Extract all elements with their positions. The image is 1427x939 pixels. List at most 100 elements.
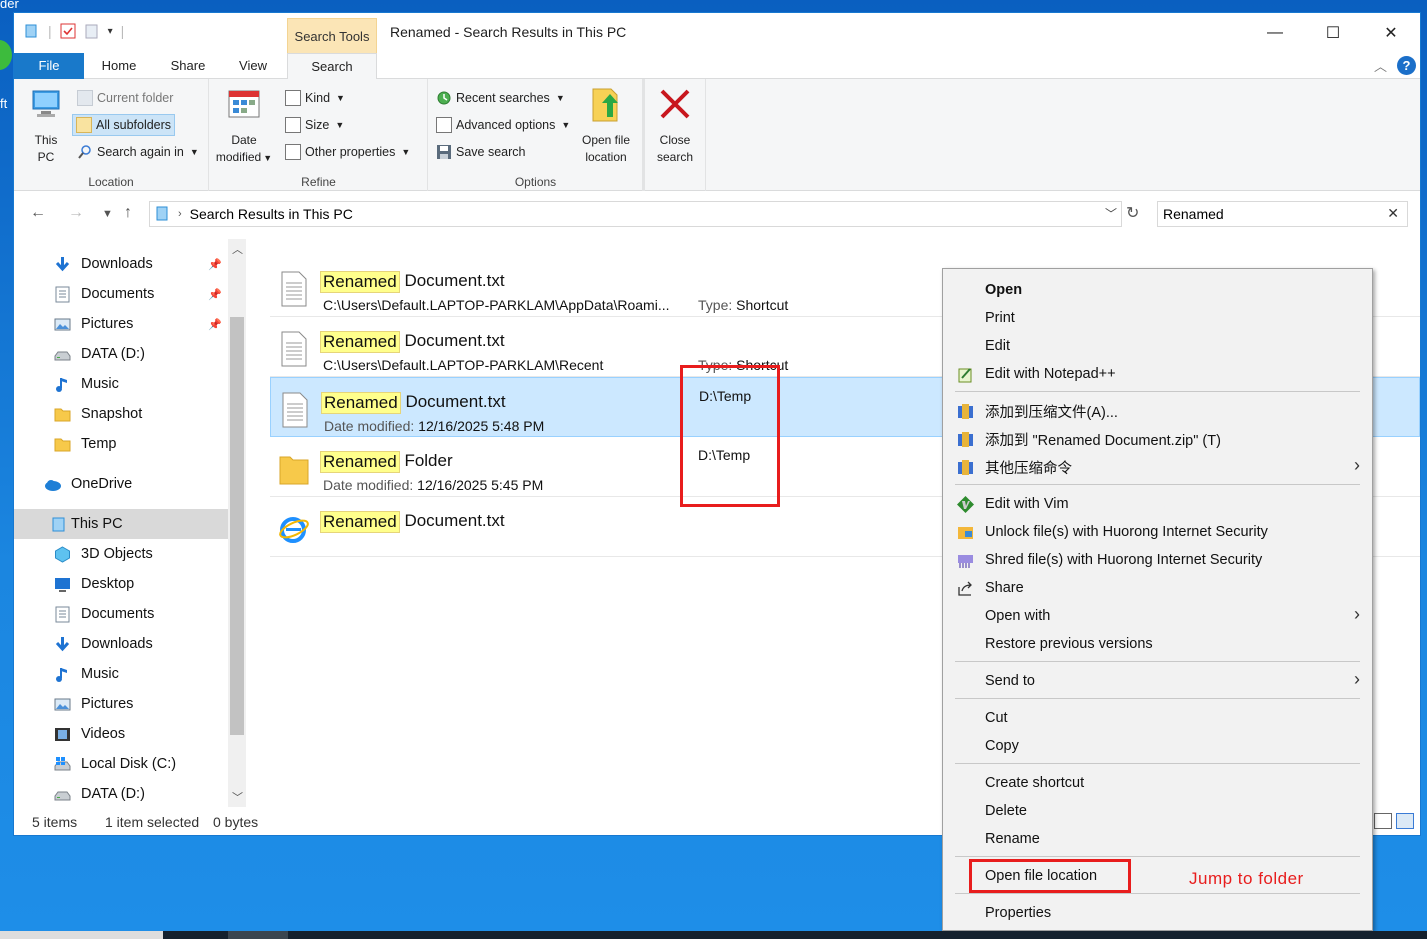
menu-item-edit-vim[interactable]: Edit with Vim xyxy=(943,490,1372,518)
refine-group: Date modified ▼ Kind ▼ Size ▼ Other propert… xyxy=(210,79,428,191)
close-button[interactable]: ✕ xyxy=(1362,13,1420,53)
sidebar-item-pc[interactable]: DATA (D:) xyxy=(14,779,228,809)
menu-item-delete[interactable]: Delete xyxy=(943,797,1372,825)
recent-locations-chevron-icon[interactable]: ▼ xyxy=(102,208,113,220)
desktop-label: ft xyxy=(0,96,8,111)
taskbar-app-button[interactable] xyxy=(228,931,288,939)
up-arrow-icon[interactable]: ↑ xyxy=(124,204,132,222)
search-tools-contextual-tab: Search Tools xyxy=(287,18,377,54)
breadcrumb[interactable]: Search Results in This PC xyxy=(190,206,353,222)
details-view-icon[interactable] xyxy=(1374,813,1392,829)
3d-objects-icon xyxy=(55,545,70,563)
pin-icon[interactable]: 📌 xyxy=(208,288,222,301)
close-search-button[interactable]: Close search xyxy=(650,85,700,166)
search-highlight: Renamed xyxy=(320,451,400,473)
sidebar-item-quick[interactable]: Documents 📌 xyxy=(14,279,228,309)
scrollbar-thumb[interactable] xyxy=(230,317,244,735)
menu-item-other-compress[interactable]: 其他压缩命令 › xyxy=(943,453,1372,481)
menu-item-add-zip[interactable]: 添加到 "Renamed Document.zip" (T) xyxy=(943,425,1372,453)
recent-searches-button[interactable]: Recent searches ▼ xyxy=(433,87,568,109)
sidebar-item-quick[interactable]: Music xyxy=(14,369,228,399)
save-search-button[interactable]: Save search xyxy=(433,141,528,163)
menu-item-open[interactable]: Open xyxy=(943,276,1372,304)
menu-item-edit-notepadpp[interactable]: Edit with Notepad++ xyxy=(943,360,1372,388)
collapse-ribbon-icon[interactable]: ︿ xyxy=(1374,56,1387,75)
taskbar-search[interactable] xyxy=(0,931,163,939)
this-pc-icon xyxy=(156,206,168,221)
maximize-button[interactable]: ☐ xyxy=(1304,13,1362,53)
current-folder-button[interactable]: Current folder xyxy=(74,87,176,109)
menu-item-properties[interactable]: Properties xyxy=(943,899,1372,927)
large-icons-view-icon[interactable] xyxy=(1396,813,1414,829)
sidebar-item-pc[interactable]: Documents xyxy=(14,599,228,629)
file-name: Renamed Document.txt xyxy=(321,392,506,414)
size-label: Size xyxy=(305,118,330,132)
menu-item-cut[interactable]: Cut xyxy=(943,704,1372,732)
this-pc-button[interactable]: This PC xyxy=(26,85,66,166)
desktop-app-icon[interactable] xyxy=(0,40,12,70)
sidebar-item-pc[interactable]: Music xyxy=(14,659,228,689)
date-modified-button[interactable]: Date modified ▼ xyxy=(214,85,274,167)
clear-search-icon[interactable]: ✕ xyxy=(1387,205,1399,222)
sidebar-item-pc[interactable]: Pictures xyxy=(14,689,228,719)
help-icon[interactable]: ? xyxy=(1397,56,1416,75)
menu-item-send-to[interactable]: Send to › xyxy=(943,667,1372,695)
this-pc-label: PC xyxy=(37,150,55,164)
sidebar-item-pc[interactable]: Local Disk (C:) xyxy=(14,749,228,779)
tab-file[interactable]: File xyxy=(14,53,84,79)
scroll-up-icon[interactable]: ︿ xyxy=(232,241,243,257)
sidebar-item-quick[interactable]: DATA (D:) xyxy=(14,339,228,369)
back-arrow-icon[interactable]: ← xyxy=(30,204,46,222)
menu-item-copy[interactable]: Copy xyxy=(943,732,1372,760)
open-file-location-button[interactable]: Open file location xyxy=(576,85,636,166)
pin-icon[interactable]: 📌 xyxy=(208,258,222,271)
sidebar-item-quick[interactable]: Temp xyxy=(14,429,228,459)
menu-item-share[interactable]: Share xyxy=(943,574,1372,602)
menu-item-print[interactable]: Print xyxy=(943,304,1372,332)
sidebar-item-quick[interactable]: Downloads 📌 xyxy=(14,249,228,279)
onedrive-icon xyxy=(45,479,61,491)
sidebar-item-quick[interactable]: Snapshot xyxy=(14,399,228,429)
all-subfolders-button[interactable]: All subfolders xyxy=(72,114,176,136)
submenu-arrow-icon: › xyxy=(1354,669,1360,689)
pin-icon[interactable]: 📌 xyxy=(208,318,222,331)
tab-home[interactable]: Home xyxy=(88,53,150,79)
customize-qat-icon[interactable]: ▾ xyxy=(108,26,113,37)
tab-search[interactable]: Search xyxy=(287,53,377,80)
nav-scrollbar[interactable]: ︿ ﹀ xyxy=(228,239,246,807)
address-dropdown-icon[interactable]: ﹀ xyxy=(1105,205,1117,222)
sidebar-item-pc[interactable]: 3D Objects xyxy=(14,539,228,569)
search-input[interactable]: Renamed ✕ xyxy=(1157,201,1408,227)
refresh-icon[interactable]: ↻ xyxy=(1126,203,1139,223)
notepadpp-icon xyxy=(958,368,972,383)
kind-button[interactable]: Kind ▼ xyxy=(282,87,348,109)
sidebar-item-quick[interactable]: Pictures 📌 xyxy=(14,309,228,339)
sidebar-item-pc[interactable]: Downloads xyxy=(14,629,228,659)
menu-item-open-with[interactable]: Open with › xyxy=(943,602,1372,630)
annotation-box xyxy=(969,859,1131,893)
menu-item-edit[interactable]: Edit xyxy=(943,332,1372,360)
address-bar[interactable]: › Search Results in This PC ﹀ xyxy=(149,201,1122,227)
minimize-button[interactable]: — xyxy=(1246,13,1304,53)
size-button[interactable]: Size ▼ xyxy=(282,114,347,136)
properties-check-icon[interactable] xyxy=(60,23,76,39)
other-properties-button[interactable]: Other properties ▼ xyxy=(282,141,413,163)
menu-item-rename[interactable]: Rename xyxy=(943,825,1372,853)
advanced-options-button[interactable]: Advanced options ▼ xyxy=(433,114,573,136)
menu-item-create-shortcut[interactable]: Create shortcut xyxy=(943,769,1372,797)
sidebar-item-label: Temp xyxy=(81,436,117,452)
search-again-in-button[interactable]: Search again in ▼ xyxy=(74,141,202,163)
menu-item-shred-huorong[interactable]: Shred file(s) with Huorong Internet Secu… xyxy=(943,546,1372,574)
sidebar-item-pc[interactable]: Videos xyxy=(14,719,228,749)
menu-item-add-archive[interactable]: 添加到压缩文件(A)... xyxy=(943,397,1372,425)
sidebar-item-onedrive[interactable]: OneDrive xyxy=(14,469,228,499)
new-folder-icon[interactable] xyxy=(84,23,100,39)
menu-item-unlock-huorong[interactable]: Unlock file(s) with Huorong Internet Sec… xyxy=(943,518,1372,546)
sidebar-item-pc[interactable]: Desktop xyxy=(14,569,228,599)
menu-item-restore-versions[interactable]: Restore previous versions xyxy=(943,630,1372,658)
tab-share[interactable]: Share xyxy=(160,53,216,79)
scroll-down-icon[interactable]: ﹀ xyxy=(232,789,243,805)
forward-arrow-icon[interactable]: → xyxy=(68,204,84,222)
sidebar-item-this-pc[interactable]: This PC xyxy=(14,509,228,539)
tab-view[interactable]: View xyxy=(226,53,280,79)
